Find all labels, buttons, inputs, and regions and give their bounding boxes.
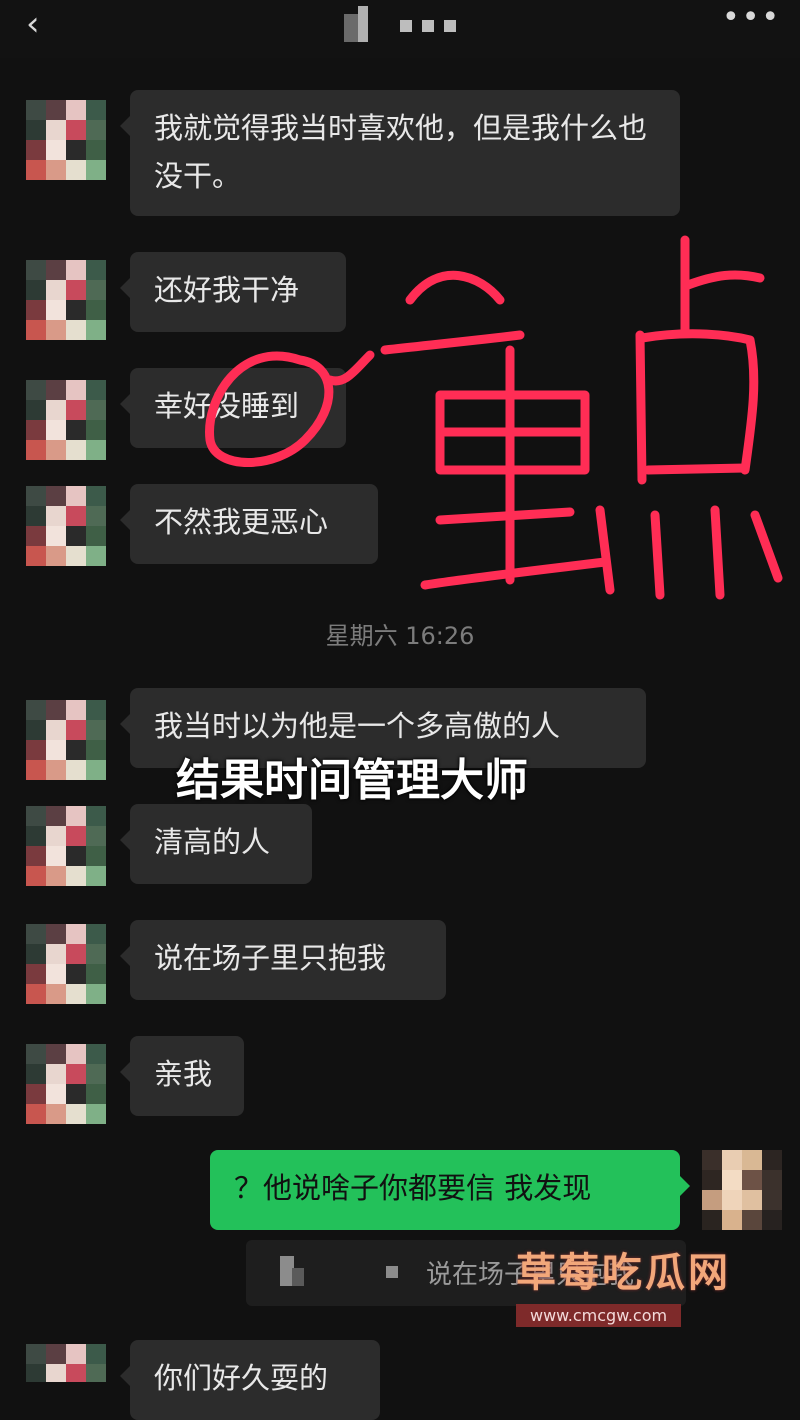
- message-bubble[interactable]: 亲我: [120, 1036, 244, 1116]
- watermark-title: 草莓吃瓜网: [516, 1250, 731, 1296]
- timestamp: 星期六 16:26: [325, 622, 475, 650]
- message-text: 我当时以为他是一个多高傲的人: [154, 709, 561, 743]
- message-bubble[interactable]: 还好我干净: [120, 252, 346, 332]
- message-bubble[interactable]: 说在场子里只抱我: [120, 920, 446, 1000]
- message-text: 不然我更恶心: [154, 505, 329, 539]
- contact-avatar[interactable]: [26, 1044, 106, 1124]
- ellipsis-icon: •••: [722, 0, 782, 35]
- message-bubble[interactable]: 幸好没睡到: [120, 368, 346, 448]
- watermark-url: www.cmcgw.com: [516, 1304, 682, 1327]
- site-watermark: 草莓吃瓜网 www.cmcgw.com: [516, 1240, 766, 1327]
- message-text: 还好我干净: [154, 273, 300, 307]
- message-text: 清高的人: [154, 825, 271, 859]
- message-text: 亲我: [154, 1057, 213, 1091]
- contact-avatar[interactable]: [26, 260, 106, 340]
- overlay-caption: 结果时间管理大师: [176, 755, 528, 806]
- message-bubble[interactable]: 你们好久耍的: [120, 1340, 380, 1420]
- contact-avatar[interactable]: [26, 380, 106, 460]
- contact-avatar[interactable]: [26, 1344, 106, 1382]
- contact-avatar[interactable]: [26, 100, 106, 180]
- message-text: 幸好没睡到: [154, 389, 300, 423]
- chevron-left-icon: ‹: [26, 4, 40, 44]
- message-text: 你们好久耍的: [154, 1361, 329, 1395]
- message-text: 我就觉得我当时喜欢他，但是我什么也没干。: [154, 111, 648, 193]
- message-bubble[interactable]: 我就觉得我当时喜欢他，但是我什么也没干。: [120, 90, 680, 216]
- back-button[interactable]: ‹: [26, 4, 40, 44]
- message-bubble[interactable]: 清高的人: [120, 804, 312, 884]
- contact-avatar[interactable]: [26, 486, 106, 566]
- more-button[interactable]: •••: [722, 0, 781, 35]
- message-text: ？他说啥子你都要信 我发现: [234, 1171, 592, 1205]
- message-bubble[interactable]: 不然我更恶心: [120, 484, 378, 564]
- contact-avatar[interactable]: [26, 700, 106, 780]
- chat-title-masked: [344, 6, 464, 48]
- my-avatar[interactable]: [702, 1150, 782, 1230]
- contact-avatar[interactable]: [26, 806, 106, 886]
- contact-avatar[interactable]: [26, 924, 106, 1004]
- my-message-bubble[interactable]: ？他说啥子你都要信 我发现: [210, 1150, 690, 1230]
- message-text: 说在场子里只抱我: [154, 941, 387, 975]
- top-bar: ‹ •••: [0, 0, 800, 58]
